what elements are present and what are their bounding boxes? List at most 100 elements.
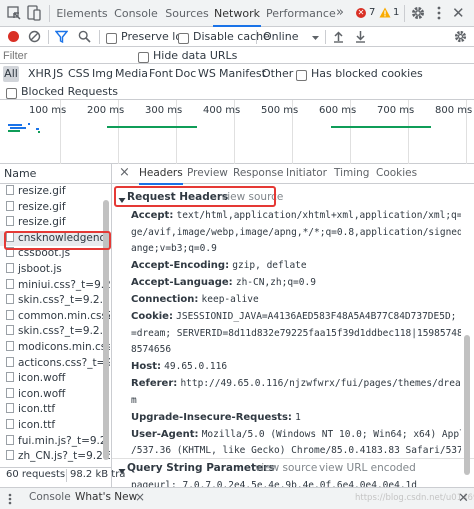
timeline-tick-label: 200 ms xyxy=(87,105,125,116)
record-button[interactable] xyxy=(8,31,19,42)
timeline-tick-label: 800 ms xyxy=(435,105,473,116)
request-headers-highlight xyxy=(114,186,276,207)
filter-doc[interactable]: Doc xyxy=(175,65,196,83)
request-count: 60 requests xyxy=(6,469,66,480)
throttle-select[interactable]: Online xyxy=(263,30,298,43)
header-row: Cookie: JSESSIONID_JAVA=A4136AED583F48A5… xyxy=(131,309,461,325)
disable-cache-checkbox[interactable] xyxy=(178,31,189,44)
warning-icon[interactable] xyxy=(379,7,391,21)
close-drawer-icon[interactable]: ✕ xyxy=(458,491,469,506)
drawer-tab-whats-new[interactable]: What's New xyxy=(75,491,137,503)
header-value: JSESSIONID_JAVA=A4136AED583F48A5A4B77C84… xyxy=(176,311,461,322)
filter-manifest[interactable]: Manifest xyxy=(219,65,266,83)
timeline-bar-green xyxy=(331,126,431,128)
inspect-icon[interactable] xyxy=(7,6,21,20)
tab-cookies[interactable]: Cookies xyxy=(376,166,417,181)
header-row: Connection: keep-alive xyxy=(131,292,461,308)
header-key: User-Agent: xyxy=(131,428,199,440)
import-har-icon[interactable] xyxy=(333,30,344,46)
tab-network[interactable]: Network xyxy=(213,0,261,27)
header-key: Accept: xyxy=(131,210,174,221)
close-whats-new-icon[interactable]: × xyxy=(135,490,145,504)
error-count: 7 xyxy=(369,7,376,18)
filter-input[interactable] xyxy=(3,48,133,63)
header-value: 1 xyxy=(295,411,301,423)
header-value: Mozilla/5.0 (Windows NT 10.0; Win64; x64… xyxy=(201,428,461,440)
header-key: Connection: xyxy=(131,294,199,305)
filter-ws[interactable]: WS xyxy=(198,65,216,83)
tab-response[interactable]: Response xyxy=(233,166,283,181)
header-value: 8574656 xyxy=(131,344,172,355)
header-key: Accept-Encoding: xyxy=(131,260,230,271)
header-value: text/html,application/xhtml+xml,applicat… xyxy=(176,210,461,221)
search-icon[interactable] xyxy=(78,30,91,46)
more-options-icon[interactable] xyxy=(437,6,441,23)
header-row: Upgrade-Insecure-Requests: 1 xyxy=(131,410,461,426)
header-value: ge/avif,image/webp,image/apng,*/*;q=0.8,… xyxy=(131,226,461,238)
view-url-encoded-link[interactable]: view URL encoded xyxy=(319,462,416,474)
timeline-bar-green xyxy=(107,126,197,128)
has-blocked-cookies-label: Has blocked cookies xyxy=(311,67,423,80)
close-details-icon[interactable]: × xyxy=(119,165,130,180)
header-value: m xyxy=(131,394,137,406)
drawer-menu-icon[interactable] xyxy=(8,493,12,508)
blocked-requests-label: Blocked Requests xyxy=(21,85,119,98)
network-controls: Preserve log Disable cache Online xyxy=(0,27,474,47)
disable-cache-label: Disable cache xyxy=(193,30,270,43)
tab-sources[interactable]: Sources xyxy=(164,0,210,27)
header-row: Referer: http://49.65.0.116/njzwfwrx/fui… xyxy=(131,376,461,392)
tab-preview[interactable]: Preview xyxy=(187,166,228,181)
tab-console[interactable]: Console xyxy=(112,0,160,27)
settings-gear-icon[interactable] xyxy=(411,6,425,23)
timeline-overview: 100 ms 200 ms 300 ms 400 ms 500 ms 600 m… xyxy=(0,100,474,164)
export-har-icon[interactable] xyxy=(355,30,366,46)
watermark-text: https://blog.csdn.net/u01469 xyxy=(355,493,474,503)
tab-elements[interactable]: Elements xyxy=(56,0,108,27)
filter-all[interactable]: All xyxy=(3,66,19,82)
header-row-continuation: ange;v=b3;q=0.9 xyxy=(131,241,461,257)
triangle-down-icon[interactable] xyxy=(118,465,126,478)
timeline-bars xyxy=(8,122,48,134)
error-icon[interactable]: ✕ xyxy=(356,8,366,18)
filter-funnel-icon[interactable] xyxy=(54,30,69,46)
timeline-tick-label: 400 ms xyxy=(203,105,241,116)
header-row: Accept-Encoding: gzip, deflate xyxy=(131,258,461,274)
tab-timing[interactable]: Timing xyxy=(334,166,369,181)
header-value: ange;v=b3;q=0.9 xyxy=(131,243,217,254)
clear-icon[interactable] xyxy=(28,30,41,46)
query-params-title[interactable]: Query String Parameters xyxy=(127,462,275,474)
details-scrollbar[interactable] xyxy=(464,335,470,475)
name-column-header[interactable]: Name xyxy=(4,167,36,180)
filter-other[interactable]: Other xyxy=(262,65,293,83)
network-settings-gear-icon[interactable] xyxy=(454,30,467,46)
drawer-tabbar: Console What's New × https://blog.csdn.n… xyxy=(0,487,474,509)
header-value: zh-CN,zh;q=0.9 xyxy=(235,277,316,288)
filter-js[interactable]: JS xyxy=(53,65,63,83)
filter-css[interactable]: CSS xyxy=(68,65,90,83)
header-row-continuation: m xyxy=(131,393,461,409)
filter-media[interactable]: Media xyxy=(115,65,148,83)
header-key: Upgrade-Insecure-Requests: xyxy=(131,411,292,423)
chevron-down-icon[interactable] xyxy=(311,32,320,45)
tab-headers[interactable]: Headers xyxy=(139,166,183,185)
list-item[interactable]: resize.gif xyxy=(0,184,110,200)
timeline-tick-label: 700 ms xyxy=(377,105,415,116)
has-blocked-cookies-checkbox[interactable] xyxy=(296,68,307,81)
preserve-log-checkbox[interactable] xyxy=(106,31,117,44)
blocked-requests-checkbox[interactable] xyxy=(6,86,17,99)
filter-font[interactable]: Font xyxy=(149,65,173,83)
more-tabs-button[interactable]: » xyxy=(336,5,344,20)
tab-performance[interactable]: Performance xyxy=(266,0,336,27)
tab-initiator[interactable]: Initiator xyxy=(286,166,327,181)
filter-row: Hide data URLs xyxy=(0,47,474,64)
query-param-partial: pageurl: 7.0.7.0.2e4.5e.4e.9b.4e.0f.6e4.… xyxy=(131,480,417,487)
device-toolbar-icon[interactable] xyxy=(27,5,41,21)
hide-data-urls-checkbox[interactable] xyxy=(138,50,149,63)
filter-img[interactable]: Img xyxy=(92,65,113,83)
drawer-tab-console[interactable]: Console xyxy=(29,491,71,503)
filter-xhr[interactable]: XHR xyxy=(28,65,51,83)
timeline-tick-label: 100 ms xyxy=(29,105,67,116)
view-source-link[interactable]: view source xyxy=(255,462,317,474)
close-devtools-icon[interactable]: ✕ xyxy=(452,4,465,22)
hide-data-urls-label: Hide data URLs xyxy=(153,49,238,62)
